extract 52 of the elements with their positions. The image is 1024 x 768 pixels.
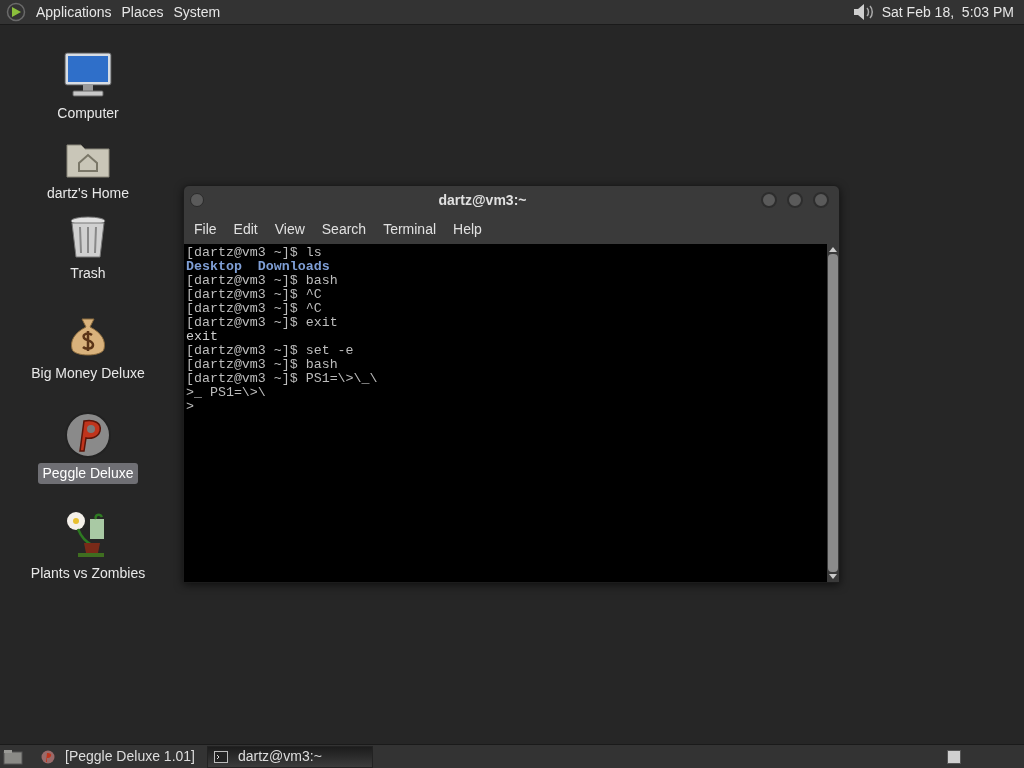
trash-icon [68, 215, 108, 259]
desktop-icon-label[interactable]: Big Money Deluxe [27, 363, 149, 384]
desktop-icon-label[interactable]: Peggle Deluxe [38, 463, 138, 484]
directory-name: Desktop [186, 260, 242, 274]
scrollbar-thumb[interactable] [828, 254, 838, 572]
menu-item[interactable]: View [267, 218, 312, 240]
close-button[interactable] [813, 192, 829, 208]
command-output: exit [186, 330, 218, 344]
clock[interactable]: Sat Feb 18, 5:03 PM [881, 1, 1014, 23]
taskbar-button[interactable]: [Peggle Deluxe 1.01] [35, 745, 201, 768]
monitor-icon [63, 51, 113, 99]
command-line: [dartz@vm3 ~]$ bash [186, 274, 338, 288]
command-line: [dartz@vm3 ~]$ exit [186, 316, 338, 330]
command-line: [dartz@vm3 ~]$ set -e [186, 344, 354, 358]
desktop-icon-label[interactable]: Trash [66, 263, 110, 284]
command-line: [dartz@vm3 ~]$ PS1=\>\_\ [186, 372, 378, 386]
directory-name: Downloads [257, 260, 330, 274]
minimize-button[interactable] [761, 192, 777, 208]
peggle-logo-icon [41, 749, 55, 764]
command-line: [dartz@vm3 ~]$ bash [186, 358, 338, 372]
menu-item[interactable]: File [187, 218, 224, 240]
workspace-switcher[interactable] [947, 749, 961, 764]
volume-icon [851, 2, 874, 22]
command-line: > [186, 400, 194, 414]
menu-item[interactable]: Search [314, 218, 374, 240]
menu-item[interactable]: Edit [226, 218, 265, 240]
scroll-down-icon[interactable] [829, 574, 837, 580]
scrollbar[interactable] [827, 244, 839, 582]
taskbar-button[interactable]: dartz@vm3:~ [207, 745, 373, 768]
menu-item[interactable]: Terminal [376, 218, 444, 240]
peggle-logo-icon [64, 411, 112, 459]
command-line: [dartz@vm3 ~]$ ^C [186, 288, 322, 302]
money-bag-icon [68, 317, 108, 359]
scroll-up-icon[interactable] [829, 246, 837, 252]
show-desktop-icon[interactable] [3, 748, 23, 765]
window-menu-button[interactable] [190, 193, 204, 207]
command-line: [dartz@vm3 ~]$ ls [186, 246, 322, 260]
desktop-icon-label[interactable]: Plants vs Zombies [26, 563, 150, 584]
panel-menu[interactable]: Places [117, 1, 168, 23]
taskbar-label: [Peggle Deluxe 1.01] [65, 747, 195, 766]
menu-logo-icon [6, 2, 26, 22]
maximize-button[interactable] [787, 192, 803, 208]
panel-menu[interactable]: Applications [32, 1, 116, 23]
panel-menu[interactable]: System [169, 1, 225, 23]
terminal-icon [214, 750, 228, 763]
desktop-icon-label[interactable]: dartz's Home [43, 183, 133, 204]
desktop-icon-label[interactable]: Computer [53, 103, 123, 124]
menu-item[interactable]: Help [446, 218, 489, 240]
taskbar-label: dartz@vm3:~ [238, 747, 322, 766]
command-line: >_ PS1=\>\ [186, 386, 266, 400]
command-line: [dartz@vm3 ~]$ ^C [186, 302, 322, 316]
window-title: dartz@vm3:~ [437, 190, 528, 210]
